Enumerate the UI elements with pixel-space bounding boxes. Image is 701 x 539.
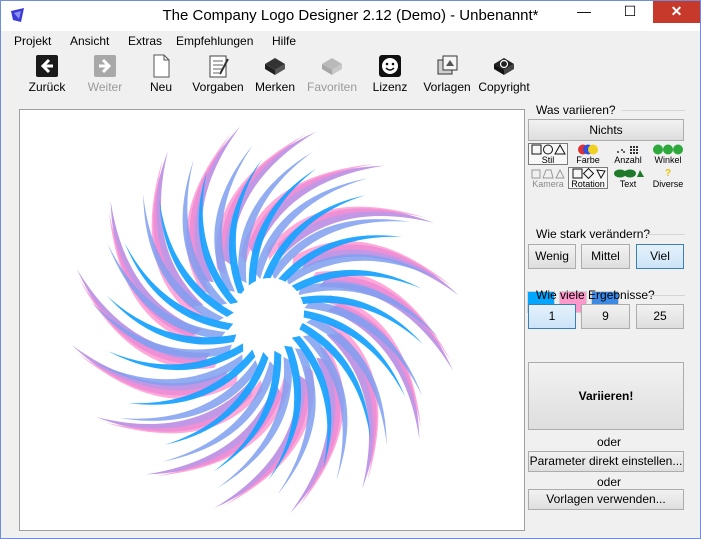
shapes-icon: [529, 143, 567, 155]
minimize-button[interactable]: —: [561, 1, 607, 23]
camera-shapes-icon: [529, 168, 567, 179]
menu-hilfe[interactable]: Hilfe: [272, 34, 296, 48]
menu-extras[interactable]: Extras: [128, 34, 162, 48]
dots-grid-icon: [609, 144, 647, 155]
book-icon: [265, 58, 285, 75]
category-color-label: Farbe: [576, 155, 600, 165]
results-twentyfive-button[interactable]: 25: [636, 304, 684, 329]
forward-button[interactable]: Weiter: [77, 51, 133, 99]
category-camera[interactable]: Kamera: [528, 167, 568, 189]
vary-label: Was variieren?: [536, 103, 616, 117]
rotated-shapes-icon: [569, 167, 607, 180]
category-misc[interactable]: ? Diverse: [648, 167, 688, 189]
variation-panel: Was variieren? Nichts Stil Farbe Anzahl: [527, 101, 691, 531]
logo-preview: [71, 126, 459, 514]
smiley-icon: [379, 55, 401, 77]
favorites-book-icon: [322, 58, 342, 75]
copyright-book-icon: [494, 58, 514, 75]
title-bar: The Company Logo Designer 2.12 (Demo) - …: [1, 1, 700, 31]
category-style[interactable]: Stil: [528, 143, 568, 165]
maximize-button[interactable]: ☐: [607, 1, 653, 23]
nothing-button[interactable]: Nichts: [528, 119, 684, 141]
logo-canvas[interactable]: [19, 109, 525, 531]
category-count-label: Anzahl: [614, 155, 642, 165]
arrow-right-icon: [94, 55, 116, 77]
strength-low-button[interactable]: Wenig: [528, 244, 576, 269]
category-angle-label: Winkel: [654, 155, 682, 165]
back-button[interactable]: Zurück: [19, 51, 75, 99]
new-document-icon: [153, 54, 170, 78]
category-style-label: Stil: [541, 155, 555, 165]
text-shapes-icon: [609, 168, 647, 179]
toolbar: Zurück Weiter Neu Vorgaben Merken Favori…: [1, 51, 700, 101]
favorites-button[interactable]: Favoriten: [304, 51, 360, 99]
templates-use-button[interactable]: Vorlagen verwenden...: [528, 489, 684, 510]
separator: [622, 110, 685, 111]
category-text[interactable]: Text: [608, 167, 648, 189]
separator: [646, 234, 685, 235]
vary-button[interactable]: Variieren!: [528, 362, 684, 430]
strength-label: Wie stark verändern?: [536, 227, 651, 241]
templates-icon: [437, 55, 458, 75]
category-color[interactable]: Farbe: [568, 143, 608, 165]
category-text-label: Text: [619, 179, 637, 189]
category-rotation[interactable]: Rotation: [568, 167, 608, 189]
menu-ansicht[interactable]: Ansicht: [70, 34, 109, 48]
results-nine-button[interactable]: 9: [581, 304, 630, 329]
app-window: The Company Logo Designer 2.12 (Demo) - …: [0, 0, 701, 539]
category-misc-label: Diverse: [652, 179, 684, 189]
remember-button[interactable]: Merken: [247, 51, 303, 99]
menu-empfehlungen[interactable]: Empfehlungen: [176, 34, 253, 48]
category-camera-label: Kamera: [532, 179, 564, 189]
copyright-label: Copyright: [478, 80, 530, 94]
notepad-icon: [209, 55, 229, 78]
results-label: Wie viele Ergebnisse?: [536, 288, 655, 302]
menu-projekt[interactable]: Projekt: [14, 34, 51, 48]
or-label: oder: [596, 435, 622, 449]
templates-button[interactable]: Vorlagen: [419, 51, 475, 99]
presets-button[interactable]: Vorgaben: [190, 51, 246, 99]
green-balls-icon: [649, 144, 687, 155]
params-button[interactable]: Parameter direkt einstellen...: [528, 451, 684, 472]
category-angle[interactable]: Winkel: [648, 143, 688, 165]
copyright-button[interactable]: Copyright: [476, 51, 532, 99]
logo-center-hole: [236, 278, 304, 346]
or-label: oder: [596, 475, 622, 489]
arrow-left-icon: [36, 55, 58, 77]
menu-bar: Projekt Ansicht Extras Empfehlungen Hilf…: [1, 31, 700, 51]
license-button[interactable]: Lizenz: [362, 51, 418, 99]
question-mark-icon: ?: [664, 168, 672, 179]
strength-mid-button[interactable]: Mittel: [581, 244, 630, 269]
close-button[interactable]: ✕: [653, 1, 700, 23]
category-rotation-label: Rotation: [571, 179, 605, 189]
category-count[interactable]: Anzahl: [608, 143, 648, 165]
new-button[interactable]: Neu: [133, 51, 189, 99]
results-one-button[interactable]: 1: [528, 304, 576, 329]
strength-high-button[interactable]: Viel: [636, 244, 684, 269]
color-balls-icon: [569, 144, 607, 155]
separator: [648, 295, 685, 296]
